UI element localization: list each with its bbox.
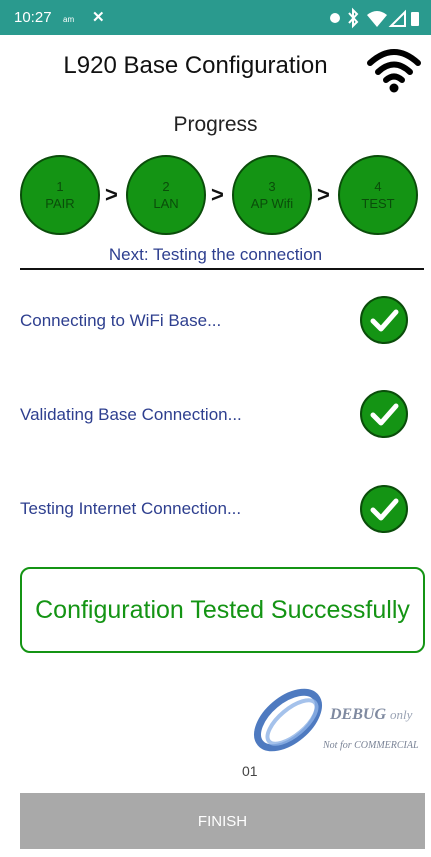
wifi-icon — [367, 11, 387, 27]
step-pair: 1 PAIR — [20, 155, 100, 235]
watermark-text: DEBUG only — [330, 706, 412, 724]
dot-icon — [330, 13, 340, 23]
next-step-label: Next: Testing the connection — [108, 245, 323, 264]
signal-icon — [388, 9, 406, 27]
step-separator: > — [105, 182, 118, 207]
step-separator: > — [317, 182, 330, 207]
step-number: 1 — [56, 179, 64, 194]
status-bar: 10:27 am ✕ — [0, 0, 431, 35]
status-time: 10:27 — [14, 9, 52, 26]
page-number: 01 — [242, 763, 258, 779]
divider — [20, 268, 424, 270]
status-ampm: am — [63, 15, 75, 24]
step-label: PAIR — [45, 196, 75, 211]
check-circle-icon — [360, 390, 408, 438]
step-number: 4 — [374, 179, 382, 194]
step-ap-wifi: 3 AP Wifi — [232, 155, 312, 235]
step-number: 3 — [268, 179, 276, 194]
task-validating-label: Validating Base Connection... — [20, 405, 242, 424]
step-number: 2 — [162, 179, 170, 194]
watermark-suffix: only — [390, 707, 413, 722]
finish-button[interactable]: FINISH — [20, 793, 425, 849]
step-label: TEST — [361, 196, 395, 211]
watermark-main: DEBUG — [330, 706, 387, 723]
step-test: 4 TEST — [338, 155, 418, 235]
wifi-icon — [367, 49, 421, 93]
watermark-subtext: Not for COMMERCIAL — [323, 740, 419, 751]
success-message-box: Configuration Tested Successfully — [20, 567, 425, 653]
notification-x-icon: ✕ — [92, 9, 105, 26]
bluetooth-icon — [348, 7, 359, 29]
step-separator: > — [211, 182, 224, 207]
progress-label: Progress — [173, 113, 258, 136]
step-lan: 2 LAN — [126, 155, 206, 235]
check-circle-icon — [360, 485, 408, 533]
status-icons — [330, 7, 419, 29]
check-circle-icon — [360, 296, 408, 344]
battery-icon — [411, 12, 419, 26]
success-message: Configuration Tested Successfully — [35, 595, 410, 624]
task-connecting-label: Connecting to WiFi Base... — [20, 311, 222, 330]
step-label: LAN — [153, 196, 179, 211]
task-internet-label: Testing Internet Connection... — [20, 499, 242, 518]
step-label: AP Wifi — [250, 196, 294, 211]
